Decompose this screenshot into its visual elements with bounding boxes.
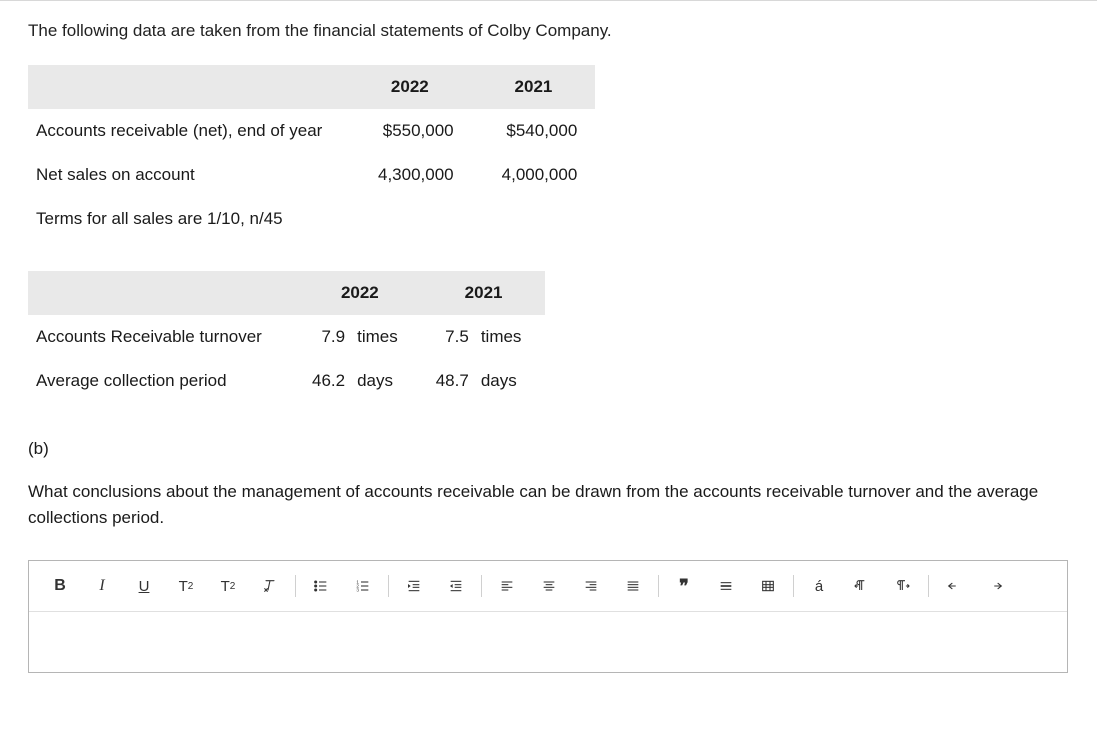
- align-center-icon: [541, 578, 557, 594]
- bullet-list-icon: [313, 578, 329, 594]
- cell-value: $550,000: [348, 109, 472, 153]
- align-left-button[interactable]: [486, 569, 528, 603]
- italic-button[interactable]: I: [81, 569, 123, 603]
- horizontal-rule-button[interactable]: [705, 569, 747, 603]
- cell-value: 4,300,000: [348, 153, 472, 197]
- financial-data-table: 2022 2021 Accounts receivable (net), end…: [28, 65, 595, 241]
- rich-text-editor: B I U T2 T2 123 ❞ á: [28, 560, 1068, 673]
- toolbar-separator: [388, 575, 389, 597]
- clear-format-icon: [262, 578, 278, 594]
- cell-value: 7.9: [298, 315, 351, 359]
- cell-value: $540,000: [472, 109, 596, 153]
- cell-value: 46.2: [298, 359, 351, 403]
- row-label: Accounts receivable (net), end of year: [28, 109, 348, 153]
- align-justify-icon: [625, 578, 641, 594]
- clear-format-button[interactable]: [249, 569, 291, 603]
- toolbar-separator: [658, 575, 659, 597]
- align-center-button[interactable]: [528, 569, 570, 603]
- editor-textarea[interactable]: [29, 612, 1067, 672]
- horizontal-rule-icon: [718, 578, 734, 594]
- col-2021: 2021: [472, 65, 596, 109]
- superscript-button[interactable]: T2: [207, 569, 249, 603]
- col-2022: 2022: [348, 65, 472, 109]
- underline-button[interactable]: U: [123, 569, 165, 603]
- undo-icon: [946, 578, 962, 594]
- table-row: Terms for all sales are 1/10, n/45: [28, 197, 595, 241]
- cell-unit: times: [475, 315, 546, 359]
- outdent-button[interactable]: [435, 569, 477, 603]
- editor-toolbar: B I U T2 T2 123 ❞ á: [29, 561, 1067, 612]
- row-label: Net sales on account: [28, 153, 348, 197]
- intro-text: The following data are taken from the fi…: [28, 21, 1069, 41]
- table-icon: [760, 578, 776, 594]
- cell-value: [472, 197, 596, 241]
- col-blank: [28, 271, 298, 315]
- align-justify-button[interactable]: [612, 569, 654, 603]
- cell-unit: days: [475, 359, 546, 403]
- part-b-label: (b): [28, 439, 1069, 459]
- row-label: Average collection period: [28, 359, 298, 403]
- ltr-button[interactable]: [840, 569, 882, 603]
- cell-value: 7.5: [422, 315, 475, 359]
- toolbar-separator: [928, 575, 929, 597]
- cell-value: [348, 197, 472, 241]
- indent-button[interactable]: [393, 569, 435, 603]
- redo-icon: [988, 578, 1004, 594]
- toolbar-separator: [481, 575, 482, 597]
- special-char-button[interactable]: á: [798, 569, 840, 603]
- numbered-list-button[interactable]: 123: [342, 569, 384, 603]
- redo-button[interactable]: [975, 569, 1017, 603]
- table-row: Net sales on account 4,300,000 4,000,000: [28, 153, 595, 197]
- table-row: Accounts receivable (net), end of year $…: [28, 109, 595, 153]
- cell-value: 48.7: [422, 359, 475, 403]
- bullet-list-button[interactable]: [300, 569, 342, 603]
- row-label: Accounts Receivable turnover: [28, 315, 298, 359]
- outdent-icon: [448, 578, 464, 594]
- toolbar-separator: [295, 575, 296, 597]
- table-header-row: 2022 2021: [28, 271, 545, 315]
- align-right-button[interactable]: [570, 569, 612, 603]
- table-row: Accounts Receivable turnover 7.9 times 7…: [28, 315, 545, 359]
- numbered-list-icon: 123: [355, 578, 371, 594]
- cell-unit: times: [351, 315, 422, 359]
- question-text: What conclusions about the management of…: [28, 479, 1068, 530]
- undo-button[interactable]: [933, 569, 975, 603]
- svg-text:3: 3: [356, 587, 359, 592]
- col-2022: 2022: [298, 271, 422, 315]
- blockquote-button[interactable]: ❞: [663, 569, 705, 603]
- cell-value: 4,000,000: [472, 153, 596, 197]
- rtl-button[interactable]: [882, 569, 924, 603]
- subscript-button[interactable]: T2: [165, 569, 207, 603]
- row-label: Terms for all sales are 1/10, n/45: [28, 197, 348, 241]
- rtl-icon: [895, 578, 911, 594]
- table-row: Average collection period 46.2 days 48.7…: [28, 359, 545, 403]
- ltr-icon: [853, 578, 869, 594]
- align-left-icon: [499, 578, 515, 594]
- cell-unit: days: [351, 359, 422, 403]
- col-2021: 2021: [422, 271, 546, 315]
- table-header-row: 2022 2021: [28, 65, 595, 109]
- ratios-table: 2022 2021 Accounts Receivable turnover 7…: [28, 271, 545, 403]
- table-button[interactable]: [747, 569, 789, 603]
- bold-button[interactable]: B: [39, 569, 81, 603]
- indent-icon: [406, 578, 422, 594]
- col-blank: [28, 65, 348, 109]
- toolbar-separator: [793, 575, 794, 597]
- align-right-icon: [583, 578, 599, 594]
